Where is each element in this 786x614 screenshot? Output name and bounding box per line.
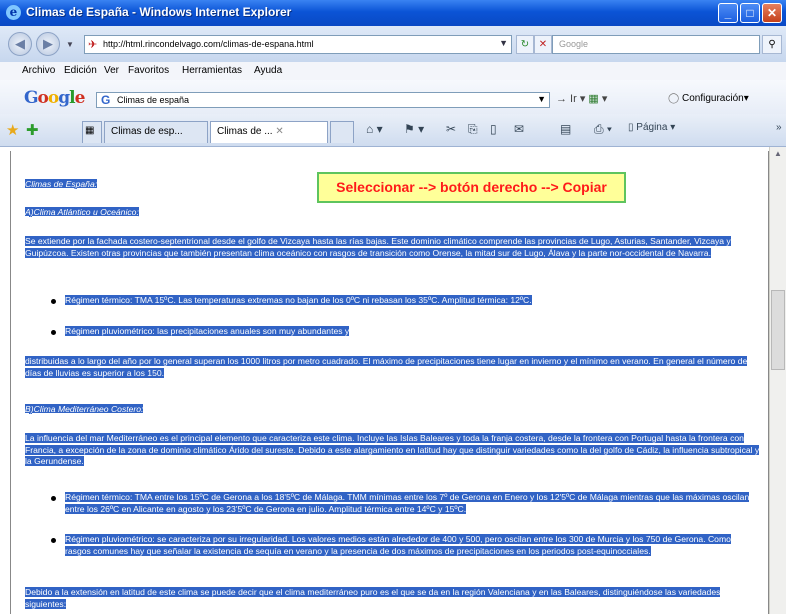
- maximize-button[interactable]: □: [740, 3, 760, 23]
- tab-label: Climas de ...: [217, 126, 273, 137]
- close-button[interactable]: ✕: [762, 3, 782, 23]
- cut-icon[interactable]: ✂: [446, 122, 456, 136]
- menu-herramientas[interactable]: Herramientas: [182, 65, 242, 76]
- new-tab-button[interactable]: [330, 121, 354, 143]
- refresh-button[interactable]: ↻: [516, 35, 534, 54]
- paragraph-mediterraneo: La influencia del mar Mediterráneo es el…: [25, 433, 760, 466]
- bullet-icon: [51, 538, 56, 543]
- tab-label: Climas de esp...: [111, 126, 183, 137]
- tab-climas-1[interactable]: Climas de esp...: [104, 121, 208, 143]
- google-logo: Google: [24, 88, 85, 108]
- google-toolbar: Google G Climas de españa ▼ → Ir ▾ ▦ ▾ ◯…: [0, 80, 786, 115]
- menu-bar: Archivo Edición Ver Favoritos Herramient…: [0, 62, 786, 81]
- tab-bar: ★ ✚ ▦ Climas de esp... Climas de ... ✕ ⌂…: [0, 114, 786, 147]
- menu-ayuda[interactable]: Ayuda: [254, 65, 282, 76]
- bullet-regimen-pluviometrico-1: Régimen pluviométrico: las precipitacion…: [65, 326, 350, 336]
- add-favorites-icon[interactable]: ✚: [26, 121, 39, 139]
- section-title-atlantico[interactable]: A)Clima Atlántico u Oceánico:: [25, 207, 139, 217]
- address-toolbar: ◀ ▶ ▼ ✈ http://html.rincondelvago.com/cl…: [0, 26, 786, 63]
- google-tools-icons[interactable]: → Ir ▾ ▦ ▾: [556, 92, 607, 105]
- scroll-up-icon[interactable]: ▲: [771, 149, 785, 165]
- bullet-icon: [51, 299, 56, 304]
- feeds-icon[interactable]: ⚑ ▾: [404, 122, 424, 136]
- window-title: Climas de España - Windows Internet Expl…: [26, 5, 292, 19]
- search-placeholder: Google: [559, 39, 589, 49]
- history-dropdown-icon[interactable]: ▼: [66, 40, 74, 49]
- forward-button[interactable]: ▶: [36, 32, 60, 56]
- google-query: Climas de españa: [117, 95, 190, 105]
- scroll-thumb[interactable]: [771, 290, 785, 370]
- menu-edicion[interactable]: Edición: [64, 65, 97, 76]
- back-button[interactable]: ◀: [8, 32, 32, 56]
- instruction-callout: Seleccionar --> botón derecho --> Copiar: [317, 172, 626, 203]
- google-settings-button[interactable]: ◯ Configuración▾: [668, 93, 749, 104]
- address-field[interactable]: ✈ http://html.rincondelvago.com/climas-d…: [84, 35, 512, 54]
- window-titlebar: e Climas de España - Windows Internet Ex…: [0, 0, 786, 26]
- vertical-scrollbar[interactable]: ▲: [769, 147, 786, 614]
- read-mail-icon[interactable]: ▤: [560, 122, 571, 136]
- search-button[interactable]: ⚲: [762, 35, 782, 54]
- paragraph-atlantico: Se extiende por la fachada costero-septe…: [25, 236, 731, 258]
- tab-climas-2[interactable]: Climas de ... ✕: [210, 121, 328, 143]
- more-tools-icon[interactable]: »: [776, 122, 782, 133]
- wrench-icon: ◯: [668, 93, 680, 104]
- tab-close-icon[interactable]: ✕: [275, 126, 283, 137]
- favorites-star-icon[interactable]: ★: [6, 121, 19, 139]
- bullet-regimen-termico-1: Régimen térmico: TMA 15ºC. Las temperatu…: [65, 295, 532, 305]
- settings-label: Configuración: [681, 93, 744, 104]
- menu-ver[interactable]: Ver: [104, 65, 119, 76]
- bullet-regimen-termico-2: Régimen térmico: TMA entre los 15ºC de G…: [65, 492, 750, 514]
- paragraph-distribuidas: distribuidas a lo largo del año por lo g…: [25, 356, 748, 378]
- article-title[interactable]: Climas de España:: [25, 179, 98, 189]
- menu-archivo[interactable]: Archivo: [22, 65, 55, 76]
- mail-icon[interactable]: ✉: [514, 122, 524, 136]
- quick-tabs-button[interactable]: ▦: [82, 121, 102, 143]
- home-icon[interactable]: ⌂ ▾: [366, 122, 383, 136]
- minimize-button[interactable]: _: [718, 3, 738, 23]
- menu-favoritos[interactable]: Favoritos: [128, 65, 169, 76]
- stop-button[interactable]: ✕: [534, 35, 552, 54]
- address-url: http://html.rincondelvago.com/climas-de-…: [103, 39, 314, 49]
- paste-icon[interactable]: ▯: [490, 122, 497, 136]
- bullet-icon: [51, 496, 56, 501]
- page-menu-label: Página: [636, 122, 668, 133]
- bullet-regimen-pluviometrico-2: Régimen pluviométrico: se caracteriza po…: [65, 534, 731, 556]
- google-search-input[interactable]: G Climas de españa ▼: [96, 92, 550, 108]
- bullet-icon: [51, 330, 56, 335]
- print-icon[interactable]: ⎙ ▾: [594, 122, 612, 137]
- page-content: Climas de España: A)Clima Atlántico u Oc…: [0, 147, 769, 614]
- section-title-mediterraneo[interactable]: B)Clima Mediterráneo Costero:: [25, 404, 144, 414]
- search-input[interactable]: Google: [552, 35, 760, 54]
- page-menu[interactable]: ▯ Página ▾: [628, 122, 675, 133]
- page-favicon: ✈: [88, 39, 98, 51]
- paragraph-extension: Debido a la extensión en latitud de este…: [25, 587, 721, 609]
- ie-icon: e: [6, 5, 21, 20]
- google-dropdown-icon[interactable]: ▼: [537, 94, 546, 104]
- address-dropdown-icon[interactable]: ▼: [499, 38, 508, 48]
- copy-icon[interactable]: ⎘: [468, 122, 478, 137]
- document-page: Climas de España: A)Clima Atlántico u Oc…: [10, 151, 769, 614]
- google-g-icon: G: [101, 93, 111, 107]
